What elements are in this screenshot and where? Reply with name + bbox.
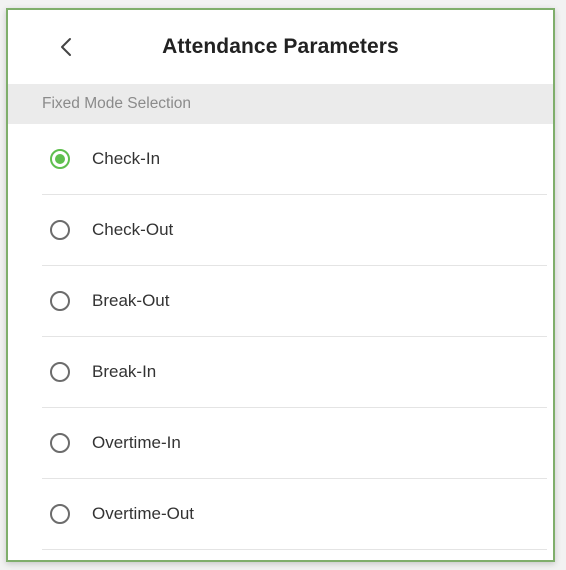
- settings-panel: Attendance Parameters Fixed Mode Selecti…: [6, 8, 555, 562]
- radio-button[interactable]: [50, 504, 70, 524]
- mode-options-list: Check-In Check-Out Break-Out Break-In Ov…: [8, 124, 553, 550]
- option-overtime-in[interactable]: Overtime-In: [42, 408, 547, 479]
- option-label: Overtime-Out: [92, 504, 195, 523]
- option-label: Break-In: [92, 362, 157, 381]
- section-header: Fixed Mode Selection: [8, 84, 553, 124]
- option-overtime-out[interactable]: Overtime-Out: [42, 479, 547, 550]
- app-header: Attendance Parameters: [8, 10, 553, 84]
- radio-button[interactable]: [50, 433, 70, 453]
- option-label: Check-In: [92, 149, 161, 168]
- option-check-in[interactable]: Check-In: [42, 124, 547, 195]
- option-label: Break-Out: [92, 291, 170, 310]
- option-break-in[interactable]: Break-In: [42, 337, 547, 408]
- option-break-out[interactable]: Break-Out: [42, 266, 547, 337]
- page-title: Attendance Parameters: [162, 35, 399, 58]
- radio-button[interactable]: [50, 291, 70, 311]
- option-check-out[interactable]: Check-Out: [42, 195, 547, 266]
- radio-button[interactable]: [50, 220, 70, 240]
- radio-button[interactable]: [50, 362, 70, 382]
- radio-button[interactable]: [50, 149, 70, 169]
- chevron-left-icon: [61, 38, 71, 56]
- option-label: Check-Out: [92, 220, 174, 239]
- back-button[interactable]: [54, 32, 78, 62]
- option-label: Overtime-In: [92, 433, 181, 452]
- radio-dot: [55, 154, 65, 164]
